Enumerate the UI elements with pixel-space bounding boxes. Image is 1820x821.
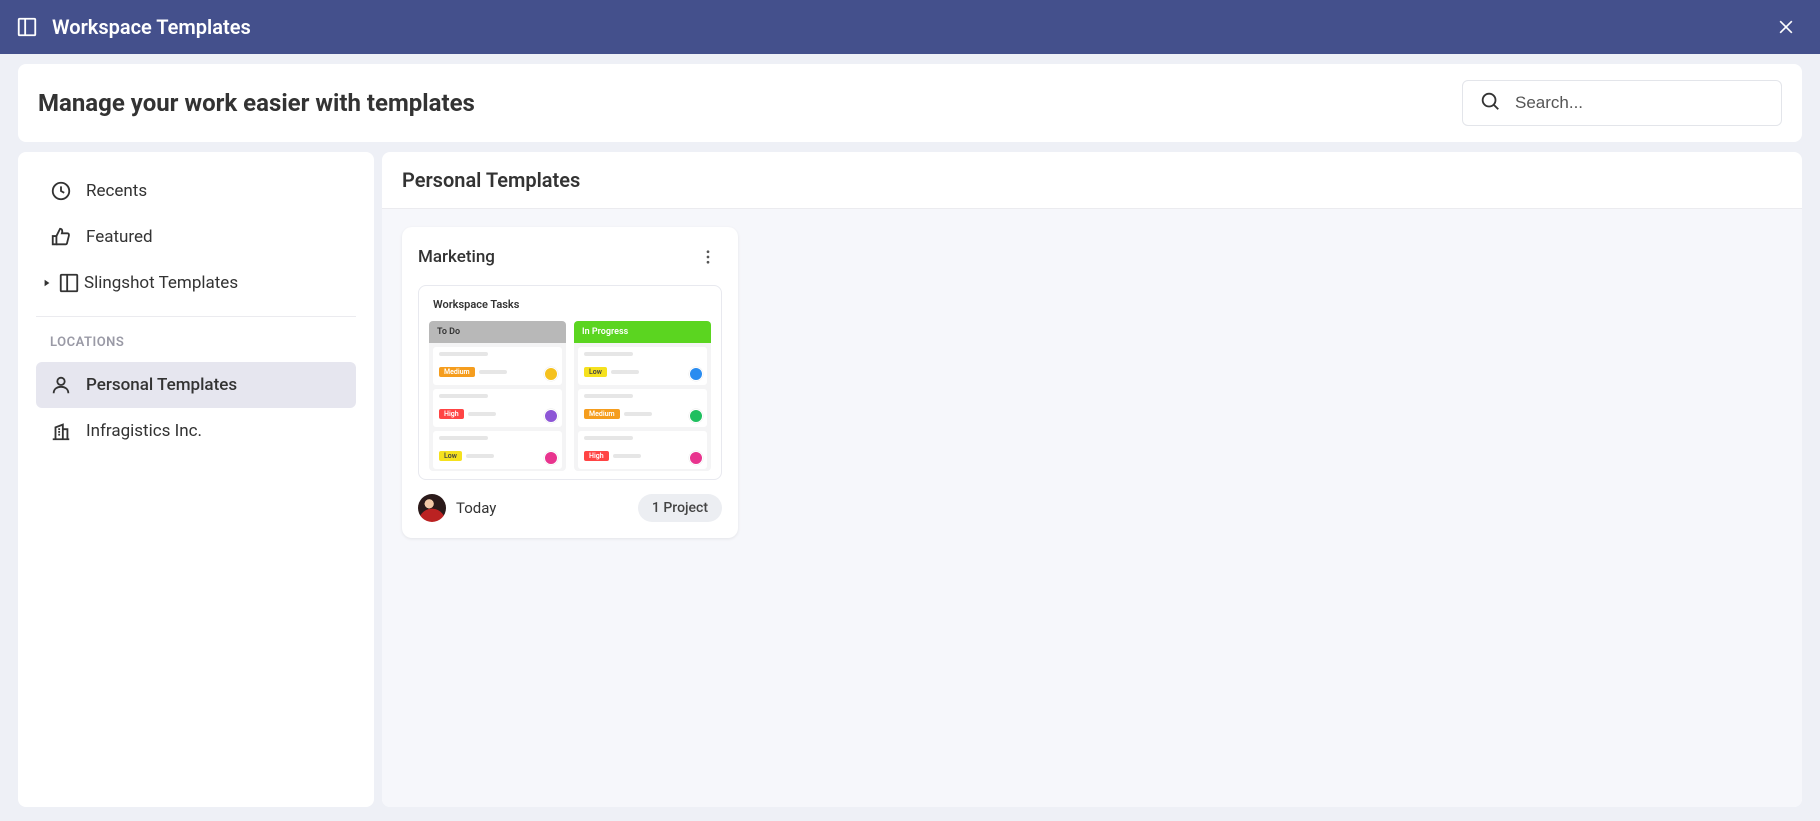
assignee-avatar [689, 451, 703, 465]
priority-tag: Low [584, 367, 607, 377]
column-header: To Do [429, 321, 566, 343]
main-header: Personal Templates [382, 152, 1802, 209]
caret-right-icon [40, 278, 54, 288]
sidebar-item-label: Slingshot Templates [84, 273, 238, 293]
assignee-avatar [689, 409, 703, 423]
author-avatar [418, 494, 446, 522]
kanban-column-todo: To Do Medium [429, 321, 566, 471]
column-header: In Progress [574, 321, 711, 343]
task-card: Low [578, 347, 707, 385]
more-options-button[interactable] [694, 243, 722, 271]
sidebar-item-label: Featured [86, 227, 153, 247]
search-input[interactable] [1515, 93, 1765, 113]
task-card: High [578, 431, 707, 469]
page-heading: Manage your work easier with templates [38, 89, 475, 117]
kebab-icon [699, 248, 717, 266]
building-icon [50, 420, 72, 442]
project-count-badge: 1 Project [638, 494, 722, 522]
sidebar: Recents Featured [18, 152, 374, 807]
priority-tag: Medium [439, 367, 475, 377]
task-card: High [433, 389, 562, 427]
template-preview: Workspace Tasks To Do Medium [418, 285, 722, 480]
sidebar-item-slingshot-templates[interactable]: Slingshot Templates [36, 260, 356, 306]
sidebar-section-locations: LOCATIONS [36, 331, 356, 362]
section-title: Personal Templates [402, 168, 1782, 192]
assignee-avatar [544, 451, 558, 465]
title-bar: Workspace Templates [0, 0, 1820, 54]
template-title: Marketing [418, 247, 495, 267]
priority-tag: High [584, 451, 609, 461]
clock-icon [50, 180, 72, 202]
kanban-column-inprogress: In Progress Low [574, 321, 711, 471]
preview-title: Workspace Tasks [429, 298, 711, 311]
template-card-marketing[interactable]: Marketing Workspace Tasks [402, 227, 738, 538]
app-layout-icon [16, 16, 38, 38]
sidebar-item-label: Recents [86, 181, 147, 201]
search-field[interactable] [1462, 80, 1782, 126]
templates-grid: Marketing Workspace Tasks [382, 209, 1802, 807]
thumbs-up-icon [50, 226, 72, 248]
sidebar-item-label: Personal Templates [86, 375, 237, 395]
sidebar-item-infragistics[interactable]: Infragistics Inc. [36, 408, 356, 454]
priority-tag: Medium [584, 409, 620, 419]
priority-tag: Low [439, 451, 462, 461]
template-date: Today [456, 499, 496, 517]
sidebar-item-featured[interactable]: Featured [36, 214, 356, 260]
main-panel: Personal Templates Marketing [382, 152, 1802, 807]
page-header: Manage your work easier with templates [18, 64, 1802, 142]
task-card: Medium [578, 389, 707, 427]
assignee-avatar [544, 409, 558, 423]
priority-tag: High [439, 409, 464, 419]
task-card: Medium [433, 347, 562, 385]
search-icon [1479, 90, 1501, 116]
app-title: Workspace Templates [52, 15, 251, 39]
divider [36, 316, 356, 317]
sidebar-item-label: Infragistics Inc. [86, 421, 202, 441]
assignee-avatar [544, 367, 558, 381]
close-button[interactable] [1768, 9, 1804, 45]
sidebar-item-personal-templates[interactable]: Personal Templates [36, 362, 356, 408]
task-card: Low [433, 431, 562, 469]
sidebar-item-recents[interactable]: Recents [36, 168, 356, 214]
layout-icon [58, 272, 80, 294]
person-icon [50, 374, 72, 396]
assignee-avatar [689, 367, 703, 381]
